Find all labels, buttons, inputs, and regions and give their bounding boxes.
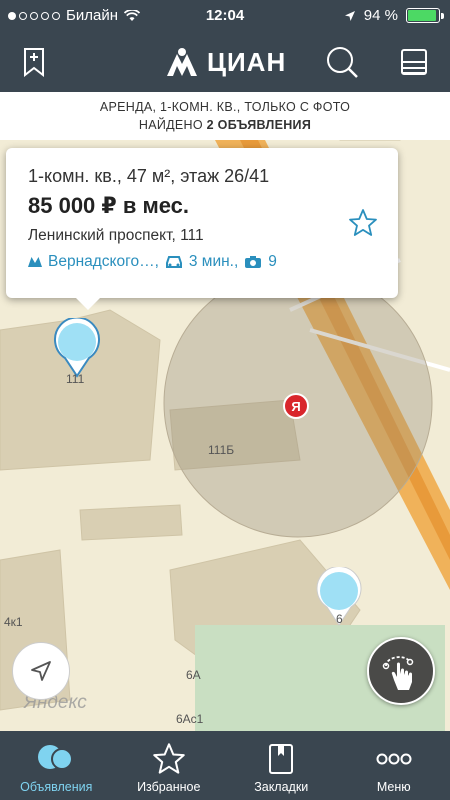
filter-summary: АРЕНДА, 1-КОМН. КВ., ТОЛЬКО С ФОТО — [99, 100, 351, 114]
label-111b: 111Б — [208, 443, 235, 457]
listings-icon — [38, 745, 74, 770]
found-prefix: НАЙДЕНО — [138, 118, 207, 132]
metro-icon — [28, 257, 42, 267]
tab-listings-label: Объявления — [20, 780, 93, 794]
list-view-icon — [401, 49, 427, 75]
label-111: 111 — [66, 372, 85, 386]
cian-logo-icon — [167, 48, 197, 76]
car-icon — [165, 256, 182, 268]
battery-percent: 94 % — [363, 7, 398, 24]
list-view-button[interactable] — [392, 40, 436, 84]
camera-icon — [245, 256, 262, 268]
tab-favorites[interactable]: Избранное — [113, 731, 226, 800]
my-location-button[interactable] — [12, 642, 70, 700]
found-count: 2 ОБЪЯВЛЕНИЯ — [206, 118, 312, 132]
top-bar: Билайн 12:04 94 % ЦИАН — [0, 0, 450, 92]
bookmark-plus-icon — [24, 48, 44, 77]
photo-count: 9 — [268, 253, 277, 270]
tab-bookmarks[interactable]: Закладки — [225, 731, 338, 800]
favorite-button[interactable] — [348, 208, 378, 243]
listing-pin-1[interactable] — [52, 318, 102, 378]
found-count-line: НАЙДЕНО 2 ОБЪЯВЛЕНИЯ — [0, 116, 450, 134]
label-6ac1: 6Ас1 — [176, 712, 204, 726]
app-header: ЦИАН — [0, 32, 450, 92]
listing-price: 85 000 ₽ в мес. — [28, 193, 190, 218]
battery-fill — [408, 10, 437, 21]
yandex-logo-letter: Я — [291, 399, 300, 414]
logo-text: ЦИАН — [207, 46, 287, 77]
search-summary-banner[interactable]: АРЕНДА, 1-КОМН. КВ., ТОЛЬКО С ФОТО НАЙДЕ… — [0, 92, 450, 140]
label-6a: 6А — [186, 668, 201, 682]
tab-bookmarks-label: Закладки — [254, 780, 309, 794]
listing-meta: Вернадского…, 3 мин., 9 — [28, 253, 378, 271]
star-icon — [152, 743, 185, 774]
battery-icon — [406, 8, 444, 23]
star-outline-icon — [349, 209, 377, 236]
menu-dots-icon — [376, 753, 412, 765]
status-right: 94 % — [344, 7, 444, 24]
listing-card[interactable]: 1-комн. кв., 47 м², этаж 26/41 85 000 ₽ … — [6, 148, 398, 310]
cian-logo[interactable]: ЦИАН — [165, 46, 286, 78]
travel-time: 3 мин., — [188, 253, 239, 270]
tab-favorites-label: Избранное — [137, 780, 201, 794]
label-4k1: 4к1 — [4, 615, 23, 629]
listing-address: Ленинский проспект, 111 — [28, 227, 204, 244]
search-button[interactable] — [320, 40, 364, 84]
tab-menu-label: Меню — [376, 780, 411, 794]
listing-title: 1-комн. кв., 47 м², этаж 26/41 — [28, 166, 270, 186]
draw-hand-icon — [382, 656, 414, 690]
metro-station: Вернадского…, — [48, 253, 159, 270]
add-bookmark-button[interactable] — [12, 40, 56, 84]
tab-listings[interactable]: Объявления — [0, 731, 113, 800]
draw-area-button[interactable] — [367, 637, 435, 705]
building-mid — [79, 504, 183, 541]
tab-menu[interactable]: Меню — [338, 731, 450, 800]
location-arrow-icon — [344, 10, 355, 21]
navigation-arrow-icon — [31, 661, 51, 681]
status-bar: Билайн 12:04 94 % — [0, 0, 450, 32]
label-6: 6 — [336, 612, 343, 626]
bookmark-icon — [269, 744, 294, 774]
tab-bar: Объявления Избранное Закладки Меню — [0, 731, 450, 800]
search-icon — [327, 47, 358, 78]
